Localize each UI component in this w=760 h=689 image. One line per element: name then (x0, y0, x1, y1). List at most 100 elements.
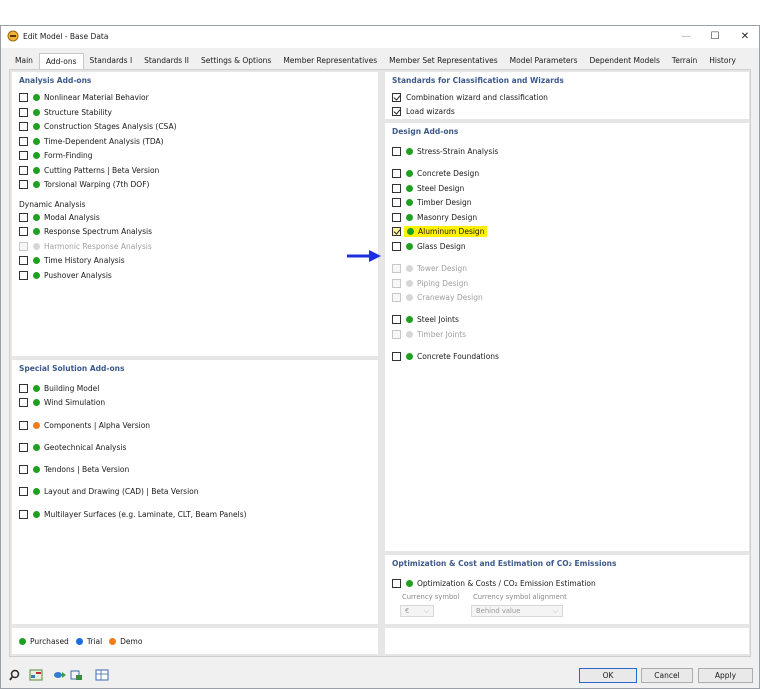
unavailable-status-icon (406, 293, 413, 301)
addon-steel-joints[interactable]: Steel Joints (392, 314, 459, 324)
checkbox[interactable] (392, 197, 401, 207)
option-combination-wizard[interactable]: Combination wizard and classification (392, 92, 548, 102)
addon-modal-analysis[interactable]: Modal Analysis (19, 212, 100, 222)
checkbox[interactable] (19, 212, 28, 222)
tab-member-set-representatives[interactable]: Member Set Representatives (383, 53, 504, 69)
purchased-status-icon (406, 579, 413, 587)
highlight: Aluminum Design (404, 225, 488, 237)
addon-wind-simulation[interactable]: Wind Simulation (19, 397, 105, 407)
addon-pushover-analysis[interactable]: Pushover Analysis (19, 270, 112, 280)
checkbox[interactable] (392, 92, 401, 102)
checkbox[interactable] (19, 179, 28, 189)
checkbox[interactable] (19, 397, 28, 407)
empty-panel (385, 628, 749, 654)
close-icon[interactable]: ✕ (734, 29, 756, 45)
checkbox[interactable] (392, 168, 401, 178)
units-icon[interactable] (29, 669, 43, 681)
search-icon[interactable] (9, 669, 23, 681)
tab-main[interactable]: Main (9, 53, 39, 69)
maximize-icon[interactable]: ☐ (704, 29, 726, 45)
addon-concrete-design[interactable]: Concrete Design (392, 168, 479, 178)
checkbox[interactable] (392, 106, 401, 116)
checkbox[interactable] (19, 486, 28, 496)
addon-aluminum-design[interactable]: Aluminum Design (392, 225, 488, 237)
checkbox[interactable] (19, 136, 28, 146)
window-title: Edit Model - Base Data (23, 32, 109, 41)
tab-model-parameters[interactable]: Model Parameters (504, 53, 584, 69)
checkbox[interactable] (19, 165, 28, 175)
tab-member-representatives[interactable]: Member Representatives (277, 53, 383, 69)
tab-add-ons[interactable]: Add-ons (38, 53, 84, 69)
cancel-button[interactable]: Cancel (641, 668, 693, 683)
checkbox[interactable] (19, 226, 28, 236)
checkbox[interactable] (392, 226, 401, 236)
checkbox[interactable] (392, 351, 401, 361)
purchased-status-icon (33, 151, 40, 159)
checkbox[interactable] (392, 578, 401, 588)
addon-components[interactable]: Components | Alpha Version (19, 420, 150, 430)
tab-dependent-models[interactable]: Dependent Models (584, 53, 666, 69)
model-icon[interactable] (69, 669, 83, 681)
checkbox[interactable] (19, 92, 28, 102)
addon-tendons[interactable]: Tendons | Beta Version (19, 464, 129, 474)
unavailable-status-icon (33, 242, 40, 250)
checkbox[interactable] (392, 212, 401, 222)
checkbox[interactable] (19, 270, 28, 280)
addon-torsional-warping[interactable]: Torsional Warping (7th DOF) (19, 179, 149, 189)
checkbox[interactable] (19, 420, 28, 430)
title-bar: Edit Model - Base Data — ☐ ✕ (1, 26, 759, 48)
option-load-wizards[interactable]: Load wizards (392, 106, 455, 116)
tab-terrain[interactable]: Terrain (666, 53, 703, 69)
checkbox[interactable] (392, 146, 401, 156)
checkbox (392, 292, 401, 302)
addon-layout-and-drawing[interactable]: Layout and Drawing (CAD) | Beta Version (19, 486, 199, 496)
tab-standards-i[interactable]: Standards I (84, 53, 139, 69)
checkbox[interactable] (19, 442, 28, 452)
chevron-down-icon: ⌵ (423, 607, 429, 615)
addon-structure-stability[interactable]: Structure Stability (19, 107, 112, 117)
checkbox[interactable] (19, 509, 28, 519)
addon-form-finding[interactable]: Form-Finding (19, 150, 93, 160)
tab-bar: Main Add-ons Standards I Standards II Se… (9, 53, 742, 69)
display-icon[interactable] (53, 669, 67, 681)
checkbox[interactable] (19, 107, 28, 117)
tab-settings-options[interactable]: Settings & Options (195, 53, 277, 69)
addon-optimization-costs[interactable]: Optimization & Costs / CO₂ Emission Esti… (392, 578, 596, 588)
purchased-status-icon (33, 93, 40, 101)
demo-status-icon (109, 638, 117, 645)
ok-button[interactable]: OK (579, 668, 637, 683)
addon-steel-design[interactable]: Steel Design (392, 183, 464, 193)
table-icon[interactable] (95, 669, 109, 681)
purchased-status-icon (406, 315, 413, 323)
checkbox[interactable] (19, 383, 28, 393)
addon-multilayer-surfaces[interactable]: Multilayer Surfaces (e.g. Laminate, CLT,… (19, 509, 247, 519)
addon-masonry-design[interactable]: Masonry Design (392, 212, 477, 222)
checkbox[interactable] (392, 314, 401, 324)
tab-history[interactable]: History (703, 53, 742, 69)
checkbox[interactable] (392, 183, 401, 193)
checkbox (392, 263, 401, 273)
tab-standards-ii[interactable]: Standards II (138, 53, 195, 69)
addon-nonlinear-material-behavior[interactable]: Nonlinear Material Behavior (19, 92, 149, 102)
addon-concrete-foundations[interactable]: Concrete Foundations (392, 351, 499, 361)
addon-cutting-patterns[interactable]: Cutting Patterns | Beta Version (19, 165, 159, 175)
addon-construction-stages[interactable]: Construction Stages Analysis (CSA) (19, 121, 177, 131)
checkbox[interactable] (392, 241, 401, 251)
addon-timber-design[interactable]: Timber Design (392, 197, 471, 207)
addon-time-history[interactable]: Time History Analysis (19, 255, 125, 265)
checkbox[interactable] (19, 464, 28, 474)
checkbox[interactable] (19, 255, 28, 265)
minimize-icon[interactable]: — (675, 29, 697, 45)
addon-glass-design[interactable]: Glass Design (392, 241, 466, 251)
addon-stress-strain-analysis[interactable]: Stress-Strain Analysis (392, 146, 498, 156)
purchased-status-icon (33, 256, 40, 264)
addon-response-spectrum[interactable]: Response Spectrum Analysis (19, 226, 152, 236)
checkbox[interactable] (19, 150, 28, 160)
addon-geotechnical-analysis[interactable]: Geotechnical Analysis (19, 442, 126, 452)
currency-alignment-label: Currency symbol alignment (473, 593, 567, 601)
addon-time-dependent-analysis[interactable]: Time-Dependent Analysis (TDA) (19, 136, 164, 146)
checkbox[interactable] (19, 121, 28, 131)
unavailable-status-icon (406, 264, 413, 272)
addon-building-model[interactable]: Building Model (19, 383, 99, 393)
apply-button[interactable]: Apply (698, 668, 753, 683)
